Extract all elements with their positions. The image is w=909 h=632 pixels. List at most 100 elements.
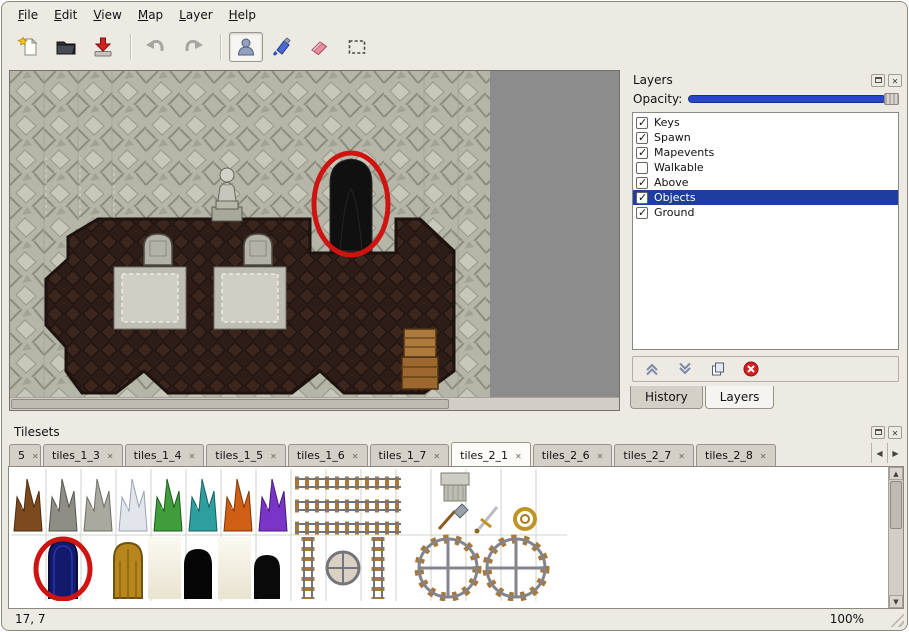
layer-visibility-checkbox[interactable]	[636, 177, 648, 189]
opacity-row: Opacity:	[633, 90, 899, 108]
map-editor-window: File Edit View Map Layer Help	[1, 1, 908, 631]
layer-name: Keys	[654, 116, 680, 129]
undo-button[interactable]	[139, 32, 173, 62]
stamp-tool-button[interactable]	[229, 32, 263, 62]
menu-layer[interactable]: Layer	[171, 4, 220, 26]
layer-visibility-checkbox[interactable]	[636, 117, 648, 129]
tileset-tab-0[interactable]: 5	[9, 444, 41, 466]
tab-history[interactable]: History	[630, 386, 703, 409]
layer-row-spawn[interactable]: Spawn	[633, 130, 898, 145]
tab-close-icon[interactable]	[597, 449, 604, 462]
tab-close-icon[interactable]	[760, 449, 767, 462]
scrollbar-thumb[interactable]	[890, 481, 902, 529]
close-icon	[892, 425, 899, 439]
tab-scroll-left-icon[interactable]: ◀	[871, 443, 887, 463]
layer-name: Spawn	[654, 131, 691, 144]
tab-close-icon[interactable]	[32, 449, 39, 462]
import-button[interactable]	[86, 32, 120, 62]
scroll-down-icon[interactable]: ▼	[889, 595, 903, 608]
select-tool-button[interactable]	[340, 32, 374, 62]
toolbar	[2, 28, 907, 66]
new-map-button[interactable]	[12, 32, 46, 62]
menu-file[interactable]: File	[10, 4, 46, 26]
panel-float-button[interactable]	[871, 74, 885, 87]
fill-tool-button[interactable]	[266, 32, 300, 62]
layer-name: Above	[654, 176, 689, 189]
layer-row-keys[interactable]: Keys	[633, 115, 898, 130]
scroll-up-icon[interactable]: ▲	[889, 467, 903, 480]
tab-layers[interactable]: Layers	[705, 386, 775, 409]
tab-close-icon[interactable]	[515, 449, 522, 462]
delete-layer-button[interactable]	[742, 360, 760, 378]
tileset-tab-label: 5	[18, 449, 25, 462]
panel-float-button[interactable]	[871, 426, 885, 439]
tileset-tab-2[interactable]: tiles_1_4	[125, 444, 205, 466]
layer-row-ground[interactable]: Ground	[633, 205, 898, 220]
eraser-tool-button[interactable]	[303, 32, 337, 62]
tab-close-icon[interactable]	[352, 449, 359, 462]
tileset-canvas[interactable]	[11, 469, 567, 601]
menu-map[interactable]: Map	[130, 4, 171, 26]
tileset-tab-6[interactable]: tiles_2_1	[451, 442, 531, 466]
menubar: File Edit View Map Layer Help	[2, 2, 907, 28]
zoom-level: 100%	[830, 612, 864, 626]
layer-visibility-checkbox[interactable]	[636, 162, 648, 174]
menu-help[interactable]: Help	[221, 4, 264, 26]
layer-row-walkable[interactable]: Walkable	[633, 160, 898, 175]
toolbar-separator	[130, 34, 132, 60]
menu-view[interactable]: View	[85, 4, 129, 26]
tileset-tab-label: tiles_2_1	[460, 449, 508, 462]
layers-panel-title: Layers	[633, 73, 673, 87]
tileset-tab-label: tiles_2_7	[623, 449, 671, 462]
tab-close-icon[interactable]	[270, 449, 277, 462]
layer-row-above[interactable]: Above	[633, 175, 898, 190]
selected-blue-door-tile	[49, 541, 77, 598]
layer-visibility-checkbox[interactable]	[636, 192, 648, 204]
tileset-tab-label: tiles_1_3	[52, 449, 100, 462]
tab-close-icon[interactable]	[433, 449, 440, 462]
tileset-tab-7[interactable]: tiles_2_6	[533, 444, 613, 466]
lower-layer-button[interactable]	[676, 360, 694, 378]
layer-visibility-checkbox[interactable]	[636, 207, 648, 219]
tab-close-icon[interactable]	[678, 449, 685, 462]
undo-icon	[144, 35, 168, 59]
opacity-slider[interactable]	[688, 92, 899, 106]
layer-row-mapevents[interactable]: Mapevents	[633, 145, 898, 160]
tileset-tab-9[interactable]: tiles_2_8	[696, 444, 776, 466]
layer-row-objects[interactable]: Objects	[633, 190, 898, 205]
layer-actions-toolbar	[632, 356, 899, 382]
tileset-tab-1[interactable]: tiles_1_3	[43, 444, 123, 466]
menu-edit[interactable]: Edit	[46, 4, 85, 26]
layer-visibility-checkbox[interactable]	[636, 132, 648, 144]
tileset-tab-5[interactable]: tiles_1_7	[370, 444, 450, 466]
tileset-tab-4[interactable]: tiles_1_6	[288, 444, 368, 466]
tab-scroll-right-icon[interactable]: ▶	[887, 443, 903, 463]
tab-scroll-controls: ◀ ▶	[871, 443, 903, 463]
eraser-icon	[308, 35, 332, 59]
restore-icon	[875, 77, 882, 83]
map-canvas[interactable]	[10, 71, 490, 397]
raise-layer-button[interactable]	[643, 360, 661, 378]
dock-tabs: History Layers	[630, 386, 776, 409]
tab-close-icon[interactable]	[189, 449, 196, 462]
curved-rail-tiles	[419, 539, 545, 597]
tileset-tab-3[interactable]: tiles_1_5	[206, 444, 286, 466]
tileset-tab-label: tiles_1_4	[134, 449, 182, 462]
new-file-icon	[17, 35, 41, 59]
scrollbar-thumb[interactable]	[11, 399, 449, 409]
tileset-content[interactable]: ▲ ▼	[8, 466, 904, 609]
map-view[interactable]	[9, 70, 620, 411]
tileset-tab-8[interactable]: tiles_2_7	[614, 444, 694, 466]
map-horizontal-scrollbar[interactable]	[10, 397, 619, 410]
tileset-vertical-scrollbar[interactable]: ▲ ▼	[888, 467, 903, 608]
open-map-button[interactable]	[49, 32, 83, 62]
selection-rectangle-icon	[345, 35, 369, 59]
layer-visibility-checkbox[interactable]	[636, 147, 648, 159]
tab-close-icon[interactable]	[107, 449, 114, 462]
panel-close-button[interactable]	[888, 426, 902, 439]
duplicate-layer-button[interactable]	[709, 360, 727, 378]
redo-button[interactable]	[176, 32, 210, 62]
panel-close-button[interactable]	[888, 74, 902, 87]
slider-handle[interactable]	[884, 93, 899, 105]
tileset-tabbar: 5 tiles_1_3 tiles_1_4 tiles_1_5 tiles_1_…	[7, 440, 905, 466]
